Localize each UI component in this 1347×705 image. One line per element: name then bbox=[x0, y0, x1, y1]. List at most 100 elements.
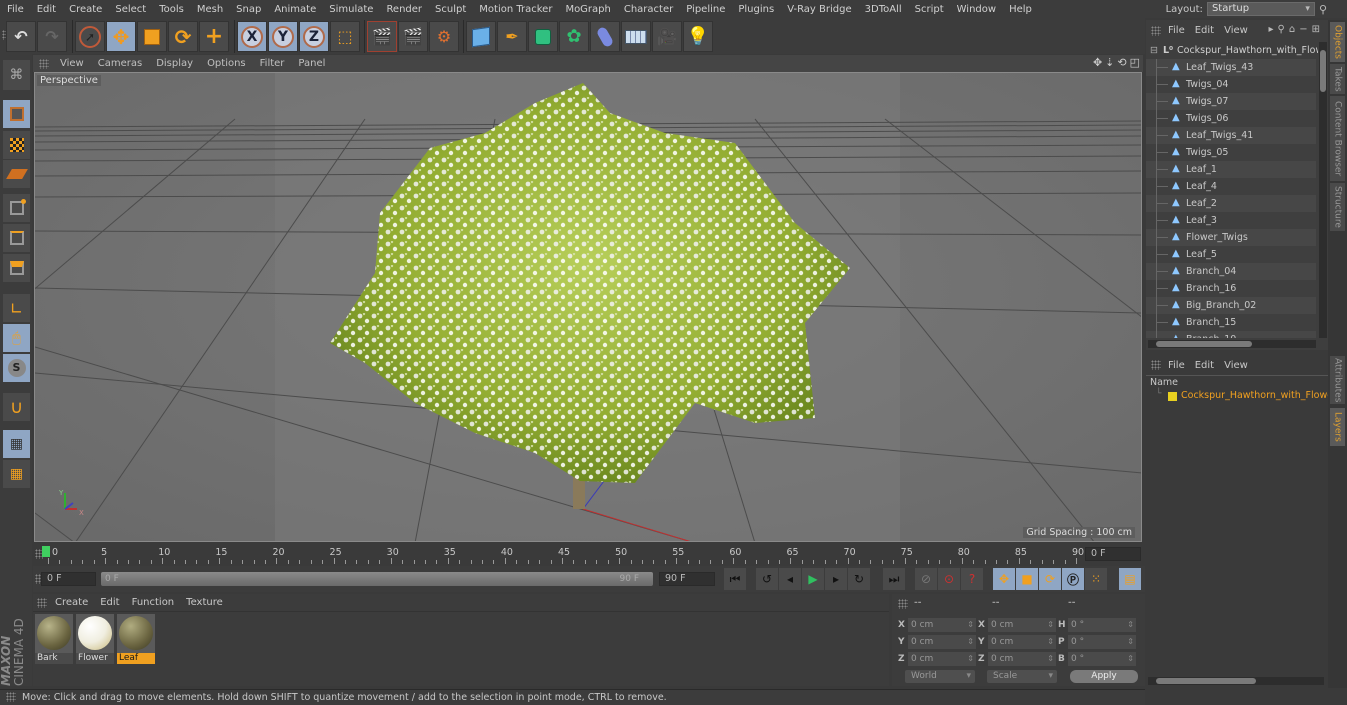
object-row[interactable]: ▲ Leaf_3 bbox=[1146, 212, 1316, 229]
edges-mode-icon[interactable] bbox=[3, 224, 30, 252]
menu-window[interactable]: Window bbox=[950, 4, 1002, 15]
previous-frame-icon[interactable]: ◂ bbox=[779, 568, 801, 590]
record-disabled-icon[interactable]: ⊘ bbox=[915, 568, 937, 590]
keyframe-selection-icon[interactable]: ? bbox=[961, 568, 983, 590]
layer-row[interactable]: └ Cockspur_Hawthorn_with_Flower bbox=[1146, 389, 1337, 405]
object-vertical-scrollbar[interactable] bbox=[1319, 42, 1327, 338]
material-menu-function[interactable]: Function bbox=[132, 597, 181, 608]
object-horizontal-scrollbar[interactable] bbox=[1148, 340, 1316, 348]
polygons-mode-icon[interactable] bbox=[3, 254, 30, 282]
viewport-menu-options[interactable]: Options bbox=[200, 58, 253, 69]
menu-mograph[interactable]: MoGraph bbox=[558, 4, 616, 15]
object-row[interactable]: ▲ Twigs_04 bbox=[1146, 76, 1316, 93]
key-rotation-icon[interactable]: ⟳ bbox=[1039, 568, 1061, 590]
key-pla-icon[interactable]: ⁙ bbox=[1085, 568, 1107, 590]
material-bark[interactable]: Bark bbox=[35, 614, 73, 664]
menu-motion-tracker[interactable]: Motion Tracker bbox=[472, 4, 558, 15]
tab-attributes[interactable]: Attributes bbox=[1330, 356, 1345, 404]
floor-icon[interactable] bbox=[621, 21, 651, 52]
menu-tools[interactable]: Tools bbox=[152, 4, 190, 15]
object-menu-view[interactable]: View bbox=[1224, 25, 1248, 36]
coordinate-system-icon[interactable]: ⬚ bbox=[330, 21, 360, 52]
menu-edit[interactable]: Edit bbox=[30, 4, 62, 15]
coord-value-field[interactable]: 0 cm bbox=[988, 652, 1056, 666]
coord-value-field[interactable]: 0 ° bbox=[1068, 652, 1136, 666]
object-row[interactable]: ▲ Branch_04 bbox=[1146, 263, 1316, 280]
menu-sculpt[interactable]: Sculpt bbox=[428, 4, 472, 15]
material-flower[interactable]: Flower bbox=[76, 614, 114, 664]
playhead-marker[interactable] bbox=[42, 546, 50, 557]
object-row[interactable]: ▲ Branch_10 bbox=[1146, 331, 1316, 338]
transform-mode-dropdown[interactable]: Scale bbox=[987, 670, 1057, 683]
menu-character[interactable]: Character bbox=[617, 4, 679, 15]
key-scale-icon[interactable]: ■ bbox=[1016, 568, 1038, 590]
object-row[interactable]: ▲ Branch_15 bbox=[1146, 314, 1316, 331]
redo-icon[interactable]: ↷ bbox=[37, 21, 67, 52]
viewport-menu-filter[interactable]: Filter bbox=[253, 58, 292, 69]
viewport-menu-display[interactable]: Display bbox=[149, 58, 200, 69]
object-row[interactable]: ▲ Leaf_Twigs_41 bbox=[1146, 127, 1316, 144]
workplane-align-icon[interactable]: ▦ bbox=[3, 460, 30, 488]
tweak-mode-icon[interactable]: 🖱 bbox=[3, 324, 30, 352]
z-axis-lock-icon[interactable]: Z bbox=[299, 21, 329, 52]
object-root-row[interactable]: ⊟ L⁰ Cockspur_Hawthorn_with_Flow bbox=[1146, 42, 1318, 59]
search-icon[interactable]: ⚲ bbox=[1319, 3, 1327, 16]
timeline-ruler[interactable]: 0 F 0 5 10 15 20 25 30 35 40 45 50 55 60 65 70 75 80 85 90 bbox=[33, 543, 1145, 565]
collapse-icon[interactable]: − bbox=[1299, 24, 1307, 35]
menu-create[interactable]: Create bbox=[62, 4, 108, 15]
object-row[interactable]: ▲ Leaf_1 bbox=[1146, 161, 1316, 178]
axis-mode-icon[interactable]: ∟ bbox=[3, 294, 30, 322]
orbit-view-icon[interactable]: ⟲ bbox=[1117, 56, 1126, 69]
layer-menu-view[interactable]: View bbox=[1224, 360, 1248, 371]
key-position-icon[interactable]: ✥ bbox=[993, 568, 1015, 590]
key-parameter-icon[interactable]: Ⓟ bbox=[1062, 568, 1084, 590]
rotate-icon[interactable]: ⟳ bbox=[168, 21, 198, 52]
coord-value-field[interactable]: 0 cm bbox=[908, 618, 976, 632]
timeline-window-icon[interactable]: ▤ bbox=[1119, 568, 1141, 590]
cube-icon[interactable] bbox=[466, 21, 496, 52]
dolly-view-icon[interactable]: ⇣ bbox=[1105, 56, 1114, 69]
new-window-icon[interactable]: ⊞ bbox=[1312, 24, 1320, 35]
coord-value-field[interactable]: 0 cm bbox=[908, 635, 976, 649]
menu-plugins[interactable]: Plugins bbox=[731, 4, 780, 15]
object-row[interactable]: ▲ Branch_16 bbox=[1146, 280, 1316, 297]
layer-horizontal-scrollbar[interactable] bbox=[1148, 677, 1324, 685]
previous-key-icon[interactable]: ↺ bbox=[756, 568, 778, 590]
end-frame-field[interactable]: 90 F bbox=[659, 572, 715, 586]
object-row[interactable]: ▲ Leaf_4 bbox=[1146, 178, 1316, 195]
menu-render[interactable]: Render bbox=[379, 4, 428, 15]
tab-structure[interactable]: Structure bbox=[1330, 183, 1345, 231]
last-tool-icon[interactable]: + bbox=[199, 21, 229, 52]
object-menu-edit[interactable]: Edit bbox=[1195, 25, 1214, 36]
object-row[interactable]: ▲ Leaf_5 bbox=[1146, 246, 1316, 263]
solo-mode-icon[interactable]: S bbox=[3, 354, 30, 382]
coord-value-field[interactable]: 0 cm bbox=[988, 635, 1056, 649]
play-icon[interactable]: ▶ bbox=[802, 568, 824, 590]
menu-select[interactable]: Select bbox=[108, 4, 152, 15]
model-mode-icon[interactable] bbox=[3, 100, 30, 128]
points-mode-icon[interactable] bbox=[3, 194, 30, 222]
start-frame-field[interactable]: 0 F bbox=[41, 572, 96, 586]
object-row[interactable]: ▲ Twigs_06 bbox=[1146, 110, 1316, 127]
menu-simulate[interactable]: Simulate bbox=[322, 4, 379, 15]
material-menu-edit[interactable]: Edit bbox=[100, 597, 125, 608]
texture-mode-icon[interactable] bbox=[3, 131, 30, 159]
tab-layers[interactable]: Layers bbox=[1330, 408, 1345, 446]
viewport-menu-cameras[interactable]: Cameras bbox=[91, 58, 149, 69]
coord-value-field[interactable]: 0 cm bbox=[908, 652, 976, 666]
pen-spline-icon[interactable]: ✒ bbox=[497, 21, 527, 52]
menu-animate[interactable]: Animate bbox=[267, 4, 322, 15]
apply-button[interactable]: Apply bbox=[1070, 670, 1138, 683]
layer-menu-file[interactable]: File bbox=[1168, 360, 1185, 371]
perspective-viewport[interactable]: Perspective Y X Grid Spacing : 100 cm bbox=[34, 72, 1142, 542]
object-row[interactable]: ▲ Big_Branch_02 bbox=[1146, 297, 1316, 314]
make-editable-icon[interactable]: ⌘ bbox=[3, 60, 30, 90]
menu-3dtoall[interactable]: 3DToAll bbox=[858, 4, 908, 15]
object-row[interactable]: ▲ Twigs_05 bbox=[1146, 144, 1316, 161]
coord-value-field[interactable]: 0 cm bbox=[988, 618, 1056, 632]
collapse-toggle-icon[interactable]: ⊟ bbox=[1150, 42, 1158, 59]
go-to-end-icon[interactable]: ⏭ bbox=[883, 568, 905, 590]
undo-icon[interactable]: ↶ bbox=[6, 21, 36, 52]
material-menu-texture[interactable]: Texture bbox=[186, 597, 229, 608]
bend-deformer-icon[interactable] bbox=[590, 21, 620, 52]
